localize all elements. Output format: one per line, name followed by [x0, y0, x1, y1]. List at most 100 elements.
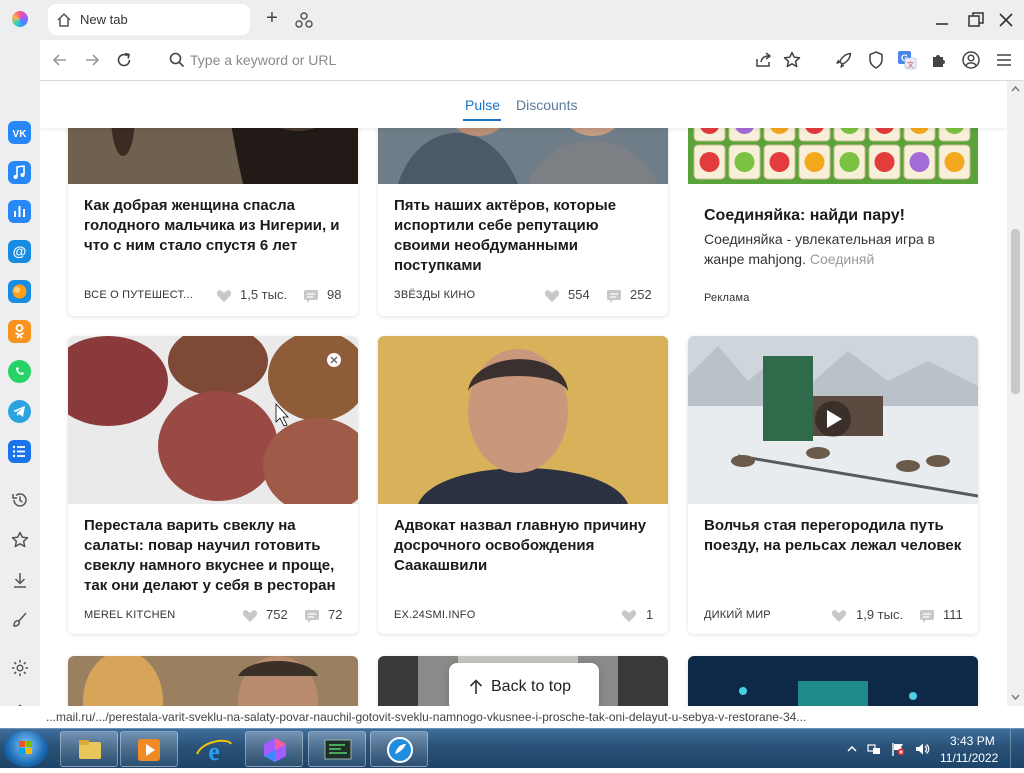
comments-count: 72 — [328, 607, 343, 622]
comment-icon[interactable] — [919, 609, 935, 623]
menu-icon[interactable] — [994, 50, 1014, 70]
news-feed: Pulse Discounts Как добрая женщина спасл… — [40, 81, 1007, 706]
windows-logo-icon — [19, 741, 32, 754]
taskbar-browser[interactable] — [245, 731, 303, 767]
card-title[interactable]: Пять наших актёров, которые испортили се… — [394, 196, 656, 276]
taskbar-app[interactable] — [370, 731, 428, 767]
comments-count: 252 — [630, 287, 652, 302]
forward-arrow-icon[interactable] — [82, 50, 102, 70]
ad-label: Реклама — [704, 292, 750, 304]
clock-time[interactable]: 3:43 PM — [950, 734, 995, 748]
start-button[interactable] — [4, 731, 48, 767]
heart-icon[interactable] — [621, 609, 637, 623]
tab-pulse[interactable]: Pulse — [465, 97, 500, 113]
taskbar-terminal[interactable] — [308, 731, 366, 767]
browser-logo-icon[interactable] — [12, 11, 28, 27]
media-player-icon — [138, 739, 160, 761]
status-bar: ...mail.ru/.../perestala-varit-sveklu-na… — [0, 706, 1024, 728]
card-image — [688, 656, 978, 706]
likes-count: 1,9 тыс. — [856, 607, 904, 622]
likes-count: 752 — [266, 607, 288, 622]
music-icon[interactable] — [8, 161, 31, 184]
title-bar: New tab + — [0, 0, 1024, 40]
news-card[interactable]: Адвокат назвал главную причину досрочног… — [378, 336, 668, 634]
comment-icon[interactable] — [606, 289, 622, 303]
back-arrow-icon[interactable] — [50, 50, 70, 70]
card-title[interactable]: Волчья стая перегородила путь поезду, на… — [704, 516, 966, 556]
comment-icon[interactable] — [304, 609, 320, 623]
list-icon[interactable] — [8, 440, 31, 463]
reload-icon[interactable] — [114, 50, 134, 70]
taskbar-explorer[interactable] — [60, 731, 118, 767]
shield-icon[interactable] — [866, 50, 886, 70]
feed-tabs: Pulse Discounts — [40, 81, 1007, 128]
whatsapp-icon[interactable] — [8, 360, 31, 383]
scroll-thumb[interactable] — [1011, 229, 1020, 394]
vk-icon[interactable]: VK — [8, 121, 31, 144]
settings-gear-icon[interactable] — [10, 658, 30, 678]
card-source[interactable]: EX.24SMI.INFO — [394, 609, 475, 621]
heart-icon[interactable] — [544, 289, 560, 303]
card-source[interactable]: MEREL KITCHEN — [84, 609, 175, 621]
minimize-icon[interactable] — [930, 8, 954, 32]
profile-icon[interactable] — [961, 50, 981, 70]
card-source[interactable]: ДИКИЙ МИР — [704, 609, 771, 621]
scroll-up-arrow-icon[interactable] — [1011, 85, 1020, 93]
brush-icon[interactable] — [10, 610, 30, 630]
statistics-icon[interactable] — [8, 200, 31, 223]
news-card[interactable]: Волчья стая перегородила путь поезду, на… — [688, 336, 978, 634]
taskbar-ie[interactable]: e — [184, 731, 242, 767]
action-center-flag-icon[interactable] — [890, 741, 906, 757]
odnoklassniki-icon[interactable] — [8, 320, 31, 343]
network-icon[interactable] — [866, 741, 882, 757]
news-card[interactable]: Перестала варить свеклу на салаты: повар… — [68, 336, 358, 634]
heart-icon[interactable] — [216, 289, 232, 303]
bookmark-star-icon[interactable] — [782, 50, 802, 70]
heart-icon[interactable] — [831, 609, 847, 623]
taskbar: e 3:43 PM 11/11/2022 — [0, 728, 1024, 769]
vertical-scrollbar[interactable] — [1007, 81, 1024, 706]
tab-actions-icon[interactable] — [294, 10, 314, 30]
scroll-down-arrow-icon[interactable] — [1011, 693, 1020, 701]
volume-icon[interactable] — [914, 741, 930, 757]
card-title[interactable]: Соединяйка: найди пару! — [704, 206, 966, 226]
share-icon[interactable] — [754, 50, 774, 70]
arrow-up-icon — [469, 679, 483, 694]
extensions-puzzle-icon[interactable] — [929, 50, 949, 70]
card-source[interactable]: ЗВЁЗДЫ КИНО — [394, 289, 475, 301]
comments-count: 98 — [327, 287, 342, 302]
heart-icon[interactable] — [242, 609, 258, 623]
taskbar-media-player[interactable] — [120, 731, 178, 767]
url-input[interactable] — [170, 48, 730, 72]
restore-icon[interactable] — [964, 8, 988, 32]
app-circle-icon — [387, 737, 413, 763]
card-source[interactable]: ВСЕ О ПУТЕШЕСТ... — [84, 289, 193, 301]
cloud-icon[interactable] — [8, 280, 31, 303]
tab-discounts[interactable]: Discounts — [516, 97, 577, 113]
bookmarks-star-icon[interactable] — [10, 530, 30, 550]
home-icon — [57, 13, 71, 27]
translate-icon[interactable]: G 文 — [897, 50, 917, 70]
back-to-top-button[interactable]: Back to top — [449, 663, 599, 706]
mail-icon[interactable]: @ — [8, 240, 31, 263]
likes-count: 1,5 тыс. — [240, 287, 288, 302]
card-title[interactable]: Как добрая женщина спасла голодного маль… — [84, 196, 346, 256]
tray-expand-icon[interactable] — [844, 741, 860, 757]
close-icon[interactable] — [994, 8, 1018, 32]
comment-icon[interactable] — [303, 289, 319, 303]
browser-app-icon — [264, 738, 286, 762]
news-card[interactable] — [688, 656, 978, 706]
likes-count: 1 — [646, 607, 654, 622]
history-icon[interactable] — [10, 490, 30, 510]
card-title[interactable]: Перестала варить свеклу на салаты: повар… — [84, 516, 346, 596]
card-image — [688, 336, 978, 504]
telegram-icon[interactable] — [8, 400, 31, 423]
downloads-icon[interactable] — [10, 570, 30, 590]
news-card[interactable] — [68, 656, 358, 706]
rocket-icon[interactable] — [834, 50, 854, 70]
card-title[interactable]: Адвокат назвал главную причину досрочног… — [394, 516, 656, 576]
clock-date[interactable]: 11/11/2022 — [940, 751, 998, 765]
tab-new-tab[interactable]: New tab — [48, 4, 250, 35]
show-desktop-button[interactable] — [1010, 729, 1024, 769]
new-tab-button[interactable]: + — [262, 8, 282, 29]
